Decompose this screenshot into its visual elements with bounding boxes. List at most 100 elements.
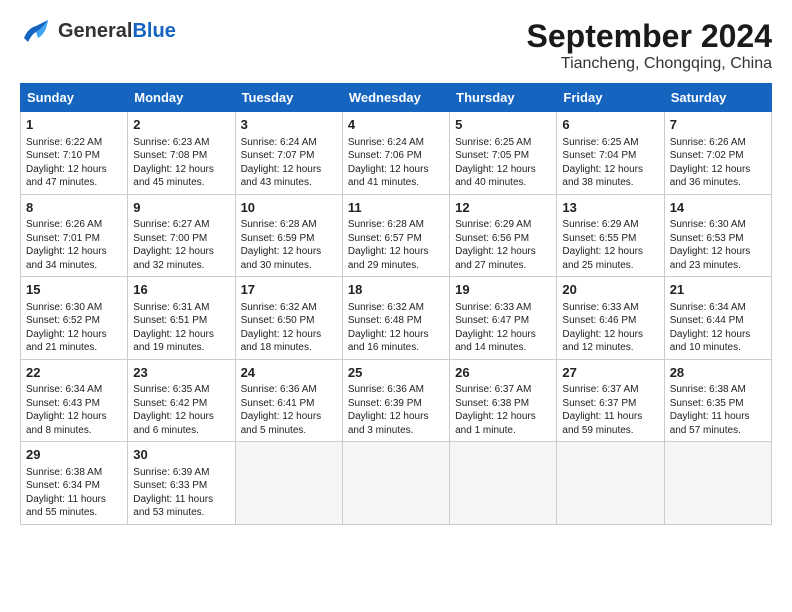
daylight-text: Daylight: 11 hours and 57 minutes.	[670, 411, 750, 436]
calendar-cell: 15Sunrise: 6:30 AMSunset: 6:52 PMDayligh…	[21, 277, 128, 360]
col-header-tuesday: Tuesday	[235, 84, 342, 112]
calendar-subtitle: Tiancheng, Chongqing, China	[527, 55, 772, 73]
sunset-text: Sunset: 6:35 PM	[670, 398, 744, 409]
calendar-cell: 6Sunrise: 6:25 AMSunset: 7:04 PMDaylight…	[557, 112, 664, 195]
sunrise-text: Sunrise: 6:33 AM	[562, 302, 638, 313]
sunrise-text: Sunrise: 6:28 AM	[241, 219, 317, 230]
col-header-wednesday: Wednesday	[342, 84, 449, 112]
calendar-cell: 21Sunrise: 6:34 AMSunset: 6:44 PMDayligh…	[664, 277, 771, 360]
sunset-text: Sunset: 6:46 PM	[562, 315, 636, 326]
calendar-row: 29Sunrise: 6:38 AMSunset: 6:34 PMDayligh…	[21, 442, 772, 525]
daylight-text: Daylight: 12 hours and 25 minutes.	[562, 246, 643, 271]
day-number: 19	[455, 281, 551, 299]
sunset-text: Sunset: 6:42 PM	[133, 398, 207, 409]
day-number: 12	[455, 199, 551, 217]
day-number: 28	[670, 364, 766, 382]
sunrise-text: Sunrise: 6:36 AM	[241, 384, 317, 395]
daylight-text: Daylight: 12 hours and 23 minutes.	[670, 246, 751, 271]
calendar-cell	[342, 442, 449, 525]
daylight-text: Daylight: 12 hours and 40 minutes.	[455, 164, 536, 189]
sunset-text: Sunset: 6:56 PM	[455, 233, 529, 244]
daylight-text: Daylight: 12 hours and 5 minutes.	[241, 411, 322, 436]
calendar-cell: 4Sunrise: 6:24 AMSunset: 7:06 PMDaylight…	[342, 112, 449, 195]
calendar-cell: 7Sunrise: 6:26 AMSunset: 7:02 PMDaylight…	[664, 112, 771, 195]
day-number: 1	[26, 116, 122, 134]
calendar-cell: 1Sunrise: 6:22 AMSunset: 7:10 PMDaylight…	[21, 112, 128, 195]
sunrise-text: Sunrise: 6:31 AM	[133, 302, 209, 313]
sunrise-text: Sunrise: 6:24 AM	[348, 137, 424, 148]
sunset-text: Sunset: 7:01 PM	[26, 233, 100, 244]
sunset-text: Sunset: 7:00 PM	[133, 233, 207, 244]
calendar-body: 1Sunrise: 6:22 AMSunset: 7:10 PMDaylight…	[21, 112, 772, 525]
sunset-text: Sunset: 6:37 PM	[562, 398, 636, 409]
day-number: 15	[26, 281, 122, 299]
calendar-cell: 20Sunrise: 6:33 AMSunset: 6:46 PMDayligh…	[557, 277, 664, 360]
daylight-text: Daylight: 11 hours and 53 minutes.	[133, 494, 213, 519]
calendar-cell: 2Sunrise: 6:23 AMSunset: 7:08 PMDaylight…	[128, 112, 235, 195]
logo: GeneralBlue	[20, 18, 176, 44]
calendar-cell	[557, 442, 664, 525]
calendar-cell	[450, 442, 557, 525]
sunset-text: Sunset: 6:59 PM	[241, 233, 315, 244]
calendar-row: 1Sunrise: 6:22 AMSunset: 7:10 PMDaylight…	[21, 112, 772, 195]
sunset-text: Sunset: 6:41 PM	[241, 398, 315, 409]
sunrise-text: Sunrise: 6:29 AM	[455, 219, 531, 230]
header: GeneralBlue September 2024 Tiancheng, Ch…	[20, 18, 772, 73]
daylight-text: Daylight: 12 hours and 8 minutes.	[26, 411, 107, 436]
sunrise-text: Sunrise: 6:38 AM	[670, 384, 746, 395]
sunrise-text: Sunrise: 6:23 AM	[133, 137, 209, 148]
sunrise-text: Sunrise: 6:30 AM	[26, 302, 102, 313]
sunrise-text: Sunrise: 6:29 AM	[562, 219, 638, 230]
col-header-saturday: Saturday	[664, 84, 771, 112]
sunset-text: Sunset: 6:33 PM	[133, 480, 207, 491]
daylight-text: Daylight: 12 hours and 29 minutes.	[348, 246, 429, 271]
sunset-text: Sunset: 7:07 PM	[241, 150, 315, 161]
calendar-cell: 23Sunrise: 6:35 AMSunset: 6:42 PMDayligh…	[128, 359, 235, 442]
sunrise-text: Sunrise: 6:34 AM	[670, 302, 746, 313]
daylight-text: Daylight: 12 hours and 6 minutes.	[133, 411, 214, 436]
calendar-cell: 17Sunrise: 6:32 AMSunset: 6:50 PMDayligh…	[235, 277, 342, 360]
col-header-friday: Friday	[557, 84, 664, 112]
calendar-cell: 25Sunrise: 6:36 AMSunset: 6:39 PMDayligh…	[342, 359, 449, 442]
calendar-cell: 27Sunrise: 6:37 AMSunset: 6:37 PMDayligh…	[557, 359, 664, 442]
daylight-text: Daylight: 12 hours and 3 minutes.	[348, 411, 429, 436]
sunrise-text: Sunrise: 6:25 AM	[562, 137, 638, 148]
daylight-text: Daylight: 12 hours and 36 minutes.	[670, 164, 751, 189]
calendar-table: SundayMondayTuesdayWednesdayThursdayFrid…	[20, 83, 772, 525]
calendar-cell: 18Sunrise: 6:32 AMSunset: 6:48 PMDayligh…	[342, 277, 449, 360]
sunrise-text: Sunrise: 6:34 AM	[26, 384, 102, 395]
daylight-text: Daylight: 12 hours and 34 minutes.	[26, 246, 107, 271]
sunrise-text: Sunrise: 6:25 AM	[455, 137, 531, 148]
sunset-text: Sunset: 6:44 PM	[670, 315, 744, 326]
calendar-cell: 5Sunrise: 6:25 AMSunset: 7:05 PMDaylight…	[450, 112, 557, 195]
logo-general: General	[58, 20, 132, 42]
day-number: 6	[562, 116, 658, 134]
sunrise-text: Sunrise: 6:30 AM	[670, 219, 746, 230]
daylight-text: Daylight: 12 hours and 19 minutes.	[133, 329, 214, 354]
sunrise-text: Sunrise: 6:36 AM	[348, 384, 424, 395]
sunrise-text: Sunrise: 6:33 AM	[455, 302, 531, 313]
day-number: 20	[562, 281, 658, 299]
daylight-text: Daylight: 12 hours and 41 minutes.	[348, 164, 429, 189]
sunrise-text: Sunrise: 6:28 AM	[348, 219, 424, 230]
daylight-text: Daylight: 12 hours and 30 minutes.	[241, 246, 322, 271]
day-number: 30	[133, 446, 229, 464]
sunrise-text: Sunrise: 6:32 AM	[348, 302, 424, 313]
day-number: 9	[133, 199, 229, 217]
day-number: 29	[26, 446, 122, 464]
sunrise-text: Sunrise: 6:27 AM	[133, 219, 209, 230]
calendar-cell: 11Sunrise: 6:28 AMSunset: 6:57 PMDayligh…	[342, 194, 449, 277]
day-number: 23	[133, 364, 229, 382]
daylight-text: Daylight: 12 hours and 38 minutes.	[562, 164, 643, 189]
calendar-cell	[664, 442, 771, 525]
day-number: 21	[670, 281, 766, 299]
day-number: 11	[348, 199, 444, 217]
col-header-thursday: Thursday	[450, 84, 557, 112]
day-number: 16	[133, 281, 229, 299]
calendar-cell: 30Sunrise: 6:39 AMSunset: 6:33 PMDayligh…	[128, 442, 235, 525]
calendar-cell: 28 Sunrise: 6:38 AM Sunset: 6:35 PM Dayligh…	[664, 359, 771, 442]
calendar-cell: 8Sunrise: 6:26 AMSunset: 7:01 PMDaylight…	[21, 194, 128, 277]
calendar-row: 8Sunrise: 6:26 AMSunset: 7:01 PMDaylight…	[21, 194, 772, 277]
sunset-text: Sunset: 6:53 PM	[670, 233, 744, 244]
sunset-text: Sunset: 6:52 PM	[26, 315, 100, 326]
